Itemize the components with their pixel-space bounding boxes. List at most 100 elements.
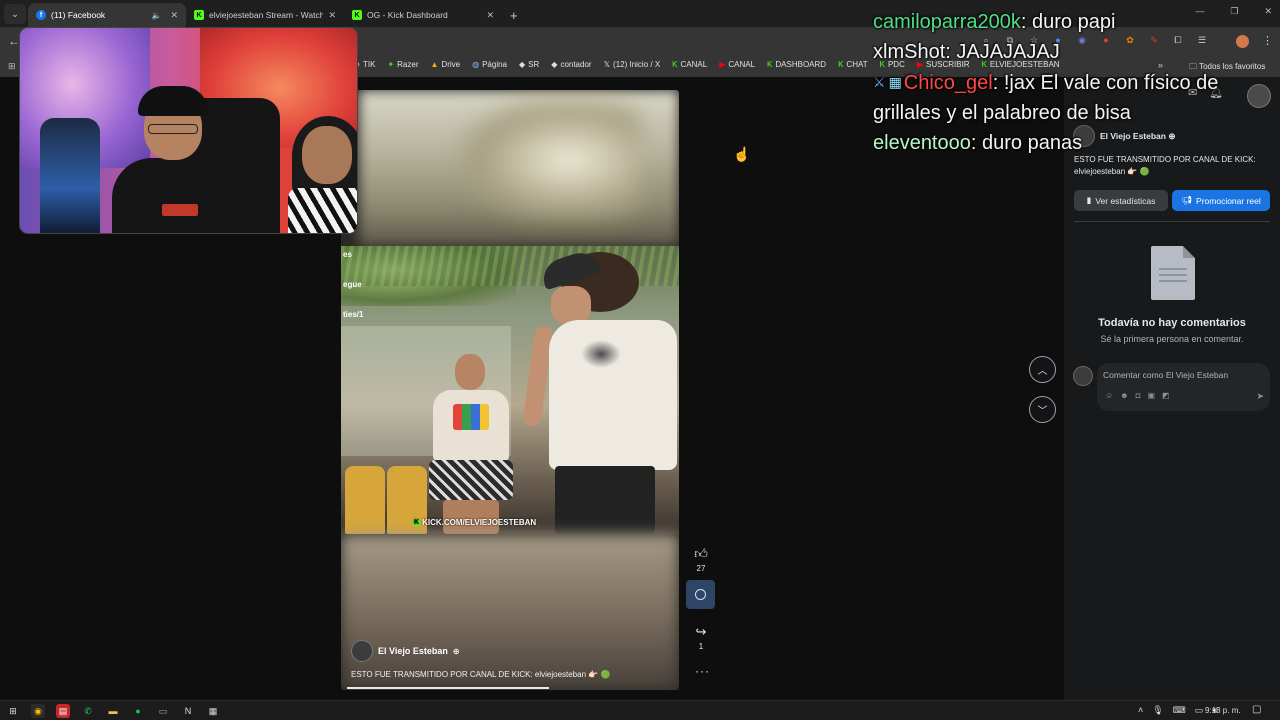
diamond-icon: ◆ xyxy=(519,60,526,69)
camera-icon[interactable]: ◘ xyxy=(1136,391,1141,400)
tab-title: (11) Facebook xyxy=(51,10,106,20)
chat-username: Chico_gel xyxy=(903,72,993,94)
chat-message: eleventooo: duro panas xyxy=(873,132,1083,154)
close-tab-icon[interactable]: ✕ xyxy=(486,10,494,21)
reel-video[interactable]: es egue ties/1 K KICK.COM/ELVIEJOESTEBAN … xyxy=(341,90,679,690)
tab-kick-stream[interactable]: K elviejoesteban Stream - Watch ✕ xyxy=(186,3,344,27)
more-options-icon[interactable]: ··· xyxy=(695,664,710,678)
avatar-sticker-icon[interactable]: ☺ xyxy=(1105,391,1113,400)
no-comments-subtitle: Sé la primera persona en comentar. xyxy=(1100,334,1244,344)
share-arrow-icon: ↪ xyxy=(695,624,707,639)
comment-button[interactable] xyxy=(686,580,715,609)
app-red-icon[interactable]: ▤ xyxy=(56,704,70,718)
speaker-icon[interactable]: 🔈 xyxy=(151,11,161,20)
gif-icon[interactable]: ▣ xyxy=(1147,391,1155,400)
app-grid-icon[interactable]: ▦ xyxy=(206,704,220,718)
next-reel-button[interactable]: ﹀ xyxy=(1029,396,1056,423)
gaming-chair xyxy=(40,118,100,233)
whatsapp-icon[interactable]: ✆ xyxy=(81,704,95,718)
comment-composer[interactable]: ☺ ☻ ◘ ▣ ◩ ➤ xyxy=(1097,363,1270,411)
notification-icon[interactable]: ▢ xyxy=(1252,704,1261,715)
mouse-cursor-icon: ☝ xyxy=(733,146,751,162)
like-count: 27 xyxy=(696,564,706,573)
bookmark-item[interactable]: ◆ contador xyxy=(551,60,591,69)
send-icon[interactable]: ➤ xyxy=(1256,391,1264,402)
video-progress-bar[interactable] xyxy=(347,687,550,689)
kick-icon: K xyxy=(672,60,678,69)
emoji-icon[interactable]: ☻ xyxy=(1120,391,1128,400)
promote-reel-button[interactable]: 📢︎ Promocionar reel xyxy=(1172,190,1270,211)
bookmark-item[interactable]: K DASHBOARD xyxy=(767,60,826,69)
windows-start-icon[interactable]: ⊞ xyxy=(6,704,20,718)
chat-username: camiloparra200k xyxy=(873,11,1021,33)
network-icon[interactable]: ▭ xyxy=(1195,705,1204,716)
notion-icon[interactable]: N xyxy=(181,704,195,718)
bookmark-item[interactable]: ▶ CANAL xyxy=(719,60,755,69)
bookmark-item[interactable]: ▲ Drive xyxy=(431,60,461,69)
document-icon xyxy=(1151,246,1195,300)
bookmark-item[interactable]: ♪ TIK xyxy=(356,60,375,69)
globe-icon: ◍ xyxy=(472,60,480,69)
avatar xyxy=(1073,366,1093,386)
clock[interactable]: 9:13 p. m. xyxy=(1205,706,1241,715)
share-button[interactable]: ↪ 1 xyxy=(686,624,716,651)
chat-badges: ⚔ ▦ xyxy=(873,67,902,97)
like-button[interactable]: 👍︎ 27 xyxy=(686,546,716,573)
tab-facebook[interactable]: f (11) Facebook 🔈 ✕ xyxy=(28,3,186,27)
bookmark-item[interactable]: 𝕏 (12) Inicio / X xyxy=(604,60,661,69)
taskbar-apps: ⊞ ◉ ▤ ✆ ▬ ● ▭ N ▦ xyxy=(6,704,220,718)
tab-search-button[interactable]: ⌄ xyxy=(4,4,26,24)
new-tab-button[interactable]: + xyxy=(510,8,518,23)
app-monitor-icon[interactable]: ▭ xyxy=(156,704,170,718)
kick-icon: K xyxy=(352,10,362,20)
avatar[interactable] xyxy=(351,640,373,662)
chat-text: duro papi xyxy=(1031,11,1116,33)
previous-reel-button[interactable]: ︿ xyxy=(1029,356,1056,383)
close-tab-icon[interactable]: ✕ xyxy=(328,10,336,21)
keyboard-icon[interactable]: ⌨ xyxy=(1173,705,1186,716)
windows-taskbar: ⊞ ◉ ▤ ✆ ▬ ● ▭ N ▦ ˄ 🎙︎ ⌨ ▭ 🔊︎ 9:13 p. m.… xyxy=(0,700,1280,720)
bookmark-item[interactable]: K CHAT xyxy=(838,60,868,69)
bookmark-item[interactable]: ◆ SR xyxy=(519,60,539,69)
file-explorer-icon[interactable]: ▬ xyxy=(106,704,120,718)
chevron-up-icon[interactable]: ˄ xyxy=(1138,705,1143,716)
sticker-icon[interactable]: ◩ xyxy=(1162,391,1170,400)
chair xyxy=(345,466,385,534)
view-stats-button[interactable]: ▮ Ver estadísticas xyxy=(1074,190,1168,211)
bookmark-item[interactable]: ✦ Razer xyxy=(387,60,418,69)
microphone-icon[interactable]: 🎙︎ xyxy=(1152,705,1163,716)
chat-username: eleventooo xyxy=(873,132,971,154)
standing-man xyxy=(521,246,679,534)
kick-icon: K xyxy=(767,60,773,69)
bar-chart-icon: ▮ xyxy=(1086,195,1092,205)
bookmark-item[interactable]: K CANAL xyxy=(672,60,707,69)
chat-username: xlmShot xyxy=(873,41,946,63)
stream-chat-overlay: camiloparra200k: duro papi xlmShot: JAJA… xyxy=(873,7,1273,158)
x-icon: 𝕏 xyxy=(603,60,611,69)
chat-message: camiloparra200k: duro papi xyxy=(873,11,1116,33)
video-frame: es egue ties/1 K KICK.COM/ELVIEJOESTEBAN xyxy=(341,246,679,534)
chat-message: xlmShot: JAJAJAJAJ xyxy=(873,41,1060,63)
seated-man xyxy=(425,354,515,534)
close-tab-icon[interactable]: ✕ xyxy=(170,10,178,21)
chrome-icon[interactable]: ◉ xyxy=(31,704,45,718)
chat-message: ⚔ ▦ Chico_gel: !jax El vale con físico de … xyxy=(873,67,1273,128)
share-count: 1 xyxy=(698,642,704,651)
author-name[interactable]: El Viejo Esteban xyxy=(378,646,448,656)
subscriber-badge-icon: ▦ xyxy=(888,74,902,90)
thumbs-up-icon: 👍︎ xyxy=(694,546,708,561)
chevron-up-icon: ︿ xyxy=(1037,366,1048,377)
wall-text: es xyxy=(343,250,352,259)
chevron-down-icon: ﹀ xyxy=(1037,406,1048,417)
kick-icon: K xyxy=(838,60,844,69)
spotify-icon[interactable]: ● xyxy=(131,704,145,718)
tab-kick-dashboard[interactable]: K OG - Kick Dashboard ✕ xyxy=(344,3,502,27)
megaphone-icon: 📢︎ xyxy=(1181,195,1193,205)
tab-title: OG - Kick Dashboard xyxy=(367,10,448,20)
bookmark-item[interactable]: ◍ Página xyxy=(472,60,507,69)
apps-grid-icon[interactable]: ⊞ xyxy=(8,61,16,72)
blurred-light xyxy=(461,100,641,220)
comment-input[interactable] xyxy=(1103,370,1263,380)
wall-text: egue xyxy=(343,280,362,289)
reel-author[interactable]: El Viejo Esteban ⊕ xyxy=(351,640,460,662)
